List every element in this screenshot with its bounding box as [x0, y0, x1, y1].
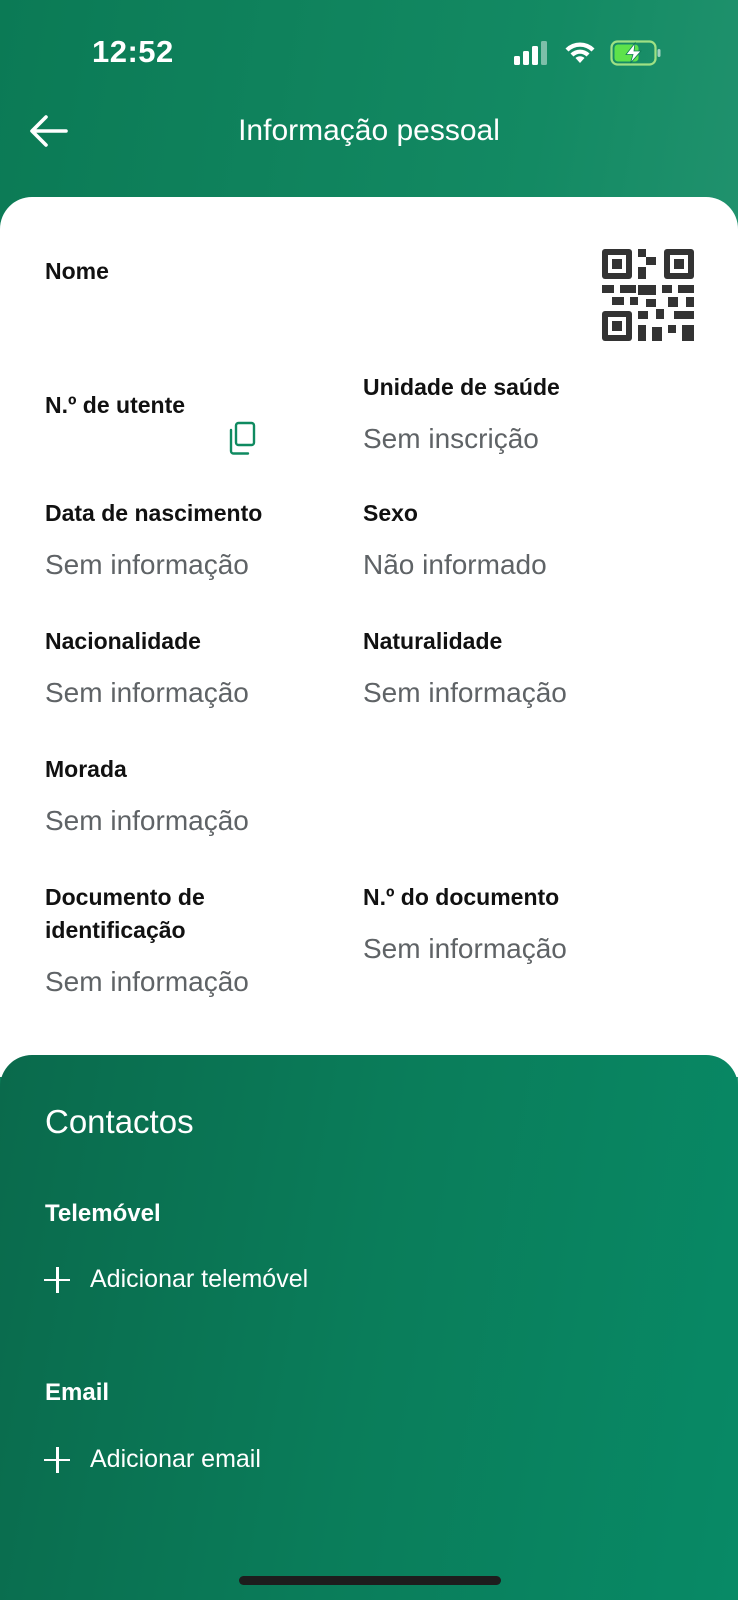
- field-address-label: Morada: [45, 756, 127, 782]
- qr-code-button[interactable]: [602, 249, 694, 341]
- app-header: Informação pessoal: [0, 96, 738, 196]
- field-utente: N.º de utente: [45, 389, 345, 422]
- field-birthplace-value: Sem informação: [363, 677, 567, 708]
- field-birthplace-label: Naturalidade: [363, 628, 503, 654]
- field-nationality: Nacionalidade Sem informação: [45, 625, 345, 710]
- field-address: Morada Sem informação: [45, 753, 345, 838]
- field-health-unit-value: Sem inscrição: [363, 423, 539, 454]
- field-birthplace: Naturalidade Sem informação: [363, 625, 663, 710]
- field-doc-number-label: N.º do documento: [363, 884, 560, 910]
- contacts-title: Contactos: [45, 1103, 194, 1140]
- plus-icon: [44, 1446, 70, 1473]
- field-name-label: Nome: [45, 258, 109, 284]
- add-email-label: Adicionar email: [90, 1445, 261, 1473]
- field-nationality-label: Nacionalidade: [45, 628, 201, 654]
- field-id-document: Documento de identificação Sem informaçã…: [45, 881, 305, 999]
- copy-button[interactable]: [226, 421, 258, 457]
- battery-charging-icon: [610, 40, 661, 66]
- field-name: Nome: [45, 255, 345, 288]
- personal-info-card: Nome N.º de utente Unidade de saúde Sem …: [0, 197, 738, 1077]
- phone-label: Telemóvel: [45, 1200, 161, 1227]
- qr-code-icon: [602, 249, 694, 341]
- copy-icon: [229, 421, 256, 455]
- add-email-button[interactable]: Adicionar email: [44, 1445, 261, 1474]
- field-sex-value: Não informado: [363, 549, 547, 580]
- status-bar: 12:52: [0, 0, 738, 96]
- field-doc-number: N.º do documento Sem informação: [363, 881, 663, 966]
- field-utente-label: N.º de utente: [45, 392, 186, 418]
- field-health-unit-label: Unidade de saúde: [363, 374, 560, 400]
- field-birth-date: Data de nascimento Sem informação: [45, 497, 345, 582]
- field-health-unit: Unidade de saúde Sem inscrição: [363, 371, 663, 456]
- status-time: 12:52: [92, 34, 174, 69]
- field-id-document-value: Sem informação: [45, 966, 249, 997]
- page-title: Informação pessoal: [238, 114, 500, 147]
- add-phone-button[interactable]: Adicionar telemóvel: [44, 1265, 308, 1294]
- plus-icon: [44, 1266, 70, 1293]
- field-doc-number-value: Sem informação: [363, 933, 567, 964]
- field-id-document-label: Documento de identificação: [45, 884, 205, 943]
- contacts-section: Contactos Telemóvel Adicionar telemóvel …: [0, 1055, 738, 1600]
- field-birth-date-label: Data de nascimento: [45, 500, 263, 526]
- field-sex-label: Sexo: [363, 500, 418, 526]
- status-icons: [514, 40, 662, 66]
- wifi-icon: [565, 42, 595, 63]
- field-address-value: Sem informação: [45, 805, 249, 836]
- add-phone-label: Adicionar telemóvel: [90, 1265, 309, 1293]
- email-label: Email: [45, 1379, 110, 1406]
- home-indicator: [239, 1576, 501, 1585]
- field-nationality-value: Sem informação: [45, 677, 249, 708]
- field-sex: Sexo Não informado: [363, 497, 663, 582]
- signal-icon: [514, 41, 547, 65]
- field-birth-date-value: Sem informação: [45, 549, 249, 580]
